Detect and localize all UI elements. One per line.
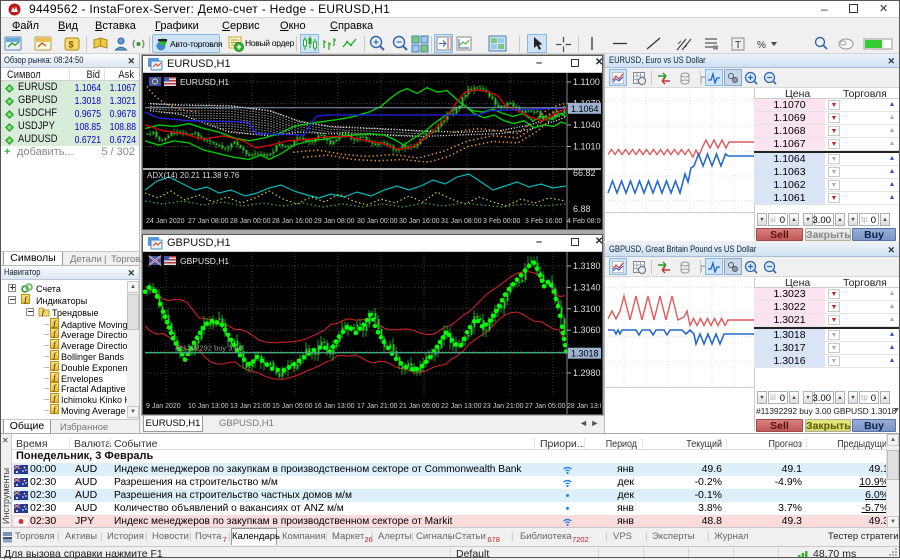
svg-text:9 Jan 2020: 9 Jan 2020 (146, 403, 181, 410)
svg-text:1.3180: 1.3180 (573, 261, 601, 271)
svg-text:1.3018: 1.3018 (571, 349, 599, 359)
svg-text:T: T (735, 40, 741, 51)
svg-text:1.1010: 1.1010 (573, 142, 601, 152)
svg-text:27 Jan 05:00: 27 Jan 05:00 (525, 403, 566, 410)
svg-text:1.1040: 1.1040 (573, 120, 601, 130)
svg-text:1.3060: 1.3060 (573, 325, 601, 335)
svg-text:28 Jan 00:00: 28 Jan 00:00 (230, 218, 271, 225)
svg-text:1.3140: 1.3140 (573, 282, 601, 292)
svg-text:4 Feb 08:00: 4 Feb 08:00 (567, 218, 601, 225)
svg-text:22 Jan 13:00: 22 Jan 13:00 (441, 403, 482, 410)
svg-text:#11392292 buy 3.00: #11392292 buy 3.00 (175, 344, 243, 353)
svg-text:28 Jan 13:00: 28 Jan 13:00 (567, 403, 601, 410)
svg-text:31 Jan 08:00: 31 Jan 08:00 (441, 218, 482, 225)
svg-text:ADX(14) 20.21 11.38 9.76: ADX(14) 20.21 11.38 9.76 (147, 171, 240, 180)
svg-text:24 Jan 2020: 24 Jan 2020 (146, 218, 185, 225)
svg-text:1.3100: 1.3100 (573, 304, 601, 314)
svg-text:1.2980: 1.2980 (573, 368, 601, 378)
svg-text:3 Feb 16:00: 3 Feb 16:00 (525, 218, 562, 225)
svg-text:30 Jan 00:00: 30 Jan 00:00 (357, 218, 398, 225)
svg-text:1.1064: 1.1064 (571, 104, 599, 114)
svg-text:17 Jan 21:00: 17 Jan 21:00 (357, 403, 398, 410)
svg-text:16 Jan 13:00: 16 Jan 13:00 (314, 403, 355, 410)
svg-text:15 Jan 05:00: 15 Jan 05:00 (272, 403, 313, 410)
svg-text:27 Jan 08:00: 27 Jan 08:00 (188, 218, 229, 225)
svg-text:30 Jan 16:00: 30 Jan 16:00 (399, 218, 440, 225)
svg-text:23 Jan 21:00: 23 Jan 21:00 (483, 403, 524, 410)
svg-text:6.88: 6.88 (573, 204, 591, 214)
svg-text:21 Jan 05:00: 21 Jan 05:00 (399, 403, 440, 410)
svg-text:GBPUSD,H1: GBPUSD,H1 (180, 256, 229, 266)
svg-text:29 Jan 08:00: 29 Jan 08:00 (314, 218, 355, 225)
svg-text:3 Feb 00:00: 3 Feb 00:00 (483, 218, 520, 225)
svg-text:66.82: 66.82 (573, 168, 596, 178)
svg-text:10 Jan 13:00: 10 Jan 13:00 (188, 403, 229, 410)
svg-text:13 Jan 21:00: 13 Jan 21:00 (230, 403, 271, 410)
svg-text:EURUSD,H1: EURUSD,H1 (180, 77, 229, 87)
svg-text:%: % (757, 40, 766, 51)
svg-text:28 Jan 16:00: 28 Jan 16:00 (272, 218, 313, 225)
svg-text:1.1100: 1.1100 (573, 77, 600, 87)
svg-text:$: $ (69, 40, 74, 50)
